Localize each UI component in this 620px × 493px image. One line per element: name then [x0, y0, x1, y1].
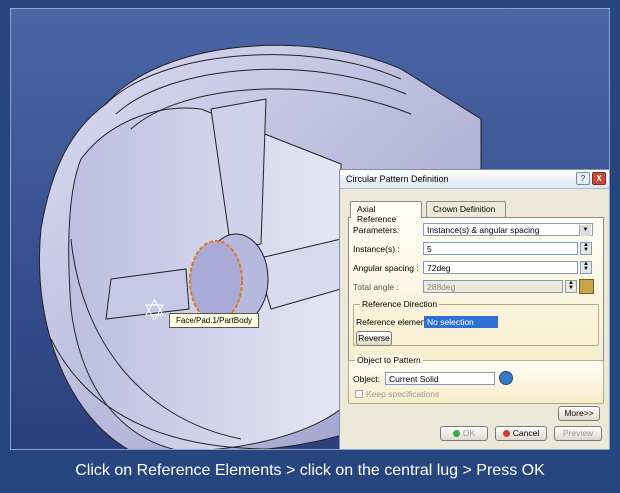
circular-pattern-dialog: Circular Pattern Definition ? X Axial Re… [339, 169, 609, 449]
angular-spacing-label: Angular spacing : [353, 263, 419, 273]
ok-icon [452, 430, 460, 437]
instances-spinner[interactable]: ▲ ▼ [580, 242, 592, 255]
instruction-caption: Click on Reference Elements > click on t… [75, 462, 545, 479]
keep-specifications-checkbox[interactable] [355, 390, 363, 398]
angular-spacing-field[interactable]: 72deg [423, 261, 578, 274]
ok-button[interactable]: OK [440, 426, 488, 441]
reverse-button[interactable]: Reverse [356, 331, 392, 346]
question-icon[interactable]: ? [576, 172, 590, 185]
parameters-dropdown-value: Instance(s) & angular spacing [427, 225, 540, 235]
object-label: Object: [353, 374, 380, 384]
slide-frame: Face/Pad.1/PartBody Circular Pattern Def… [10, 8, 610, 450]
dialog-titlebar[interactable]: Circular Pattern Definition ? X [340, 170, 609, 189]
instances-label: Instance(s) : [353, 244, 400, 254]
object-to-pattern-group: Object to Pattern Object: Current Solid … [348, 355, 604, 404]
central-lug-face-highlight[interactable] [189, 240, 243, 322]
reference-direction-group: Reference Direction Reference element: N… [353, 299, 599, 346]
cancel-icon [502, 430, 510, 437]
cancel-button[interactable]: Cancel [495, 426, 547, 441]
tab-axial-reference[interactable]: Axial Reference [350, 201, 422, 224]
tab-crown-definition[interactable]: Crown Definition [426, 201, 506, 217]
instances-field[interactable]: 5 [423, 242, 578, 255]
more-button[interactable]: More>> [558, 406, 600, 421]
chevron-down-icon[interactable]: ▼ [579, 225, 591, 236]
cancel-label: Cancel [512, 428, 540, 438]
total-angle-label: Total angle : [353, 282, 399, 292]
reference-element-field[interactable]: No selection [424, 316, 498, 328]
close-button[interactable]: X [592, 172, 606, 185]
total-angle-spinner: ▲ ▼ [565, 280, 577, 293]
reference-element-label: Reference element: [356, 317, 431, 327]
object-field[interactable]: Current Solid [385, 372, 495, 385]
total-angle-field: 288deg [423, 280, 563, 293]
parameters-dropdown[interactable]: Instance(s) & angular spacing ▼ [423, 223, 593, 236]
dialog-title: Circular Pattern Definition [346, 174, 449, 184]
reference-direction-title: Reference Direction [360, 299, 440, 309]
object-select-icon[interactable] [499, 371, 513, 385]
preview-button[interactable]: Preview [554, 426, 602, 441]
ok-label: OK [462, 428, 476, 438]
keep-specifications-label: Keep specifications [366, 389, 440, 399]
formula-icon[interactable] [579, 279, 594, 294]
object-to-pattern-title: Object to Pattern [355, 355, 423, 365]
selection-tooltip: Face/Pad.1/PartBody [169, 313, 260, 328]
angular-spacing-spinner[interactable]: ▲ ▼ [580, 261, 592, 274]
parameters-label: Parameters: [353, 225, 400, 235]
